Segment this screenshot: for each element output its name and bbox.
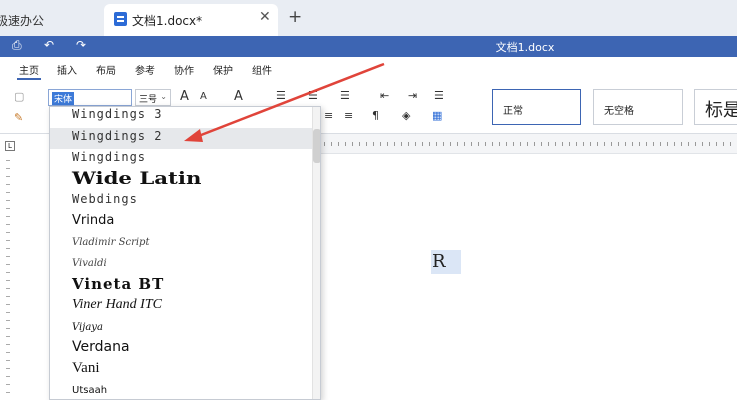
format-painter-icon[interactable]: ✎ [14,111,23,124]
font-option-vivaldi[interactable]: Vivaldi [50,255,312,276]
paragraph-mark-icon[interactable]: ¶ [372,109,379,122]
align-right-icon[interactable]: ≡ [324,109,333,122]
font-option-vrinda[interactable]: Vrinda [50,213,312,234]
font-option-label: Vivaldi [72,258,107,269]
document-char: R [432,251,446,272]
new-tab-icon[interactable]: + [288,7,302,27]
style-no-spacing-label: 无空格 [604,106,634,117]
font-option-utsaah[interactable]: Utsaah [50,383,312,399]
font-option-wingdings-2[interactable]: Wingdings 2 [50,128,312,149]
font-option-vladimir-script[interactable]: Vladimir Script [50,234,312,255]
font-dropdown-list[interactable]: Wingdings 3 Wingdings 2 Wingdings Wide L… [49,106,321,400]
font-size-select[interactable]: 三号 ⌄ [135,89,171,106]
shrink-font-button[interactable]: A [200,91,207,102]
shading-icon[interactable]: ◈ [402,109,410,122]
font-option-label: Vladimir Script [72,237,150,248]
font-option-vineta-bt[interactable]: Vineta BT [50,275,312,296]
font-option-label: Wide Latin [72,169,202,189]
font-option-label: Vani [72,360,100,376]
line-spacing-icon[interactable]: ☰ [434,89,444,102]
font-option-wide-latin[interactable]: Wide Latin [50,169,312,190]
font-option-label: Vineta BT [72,275,165,293]
chevron-down-icon: ⌄ [160,92,167,101]
selected-document-text[interactable]: R [431,250,461,274]
menu-collaborate[interactable]: 协作 [174,62,194,77]
menu-bar: 主页 插入 布局 参考 协作 保护 组件 [0,57,737,81]
paste-icon[interactable]: ▢ [14,90,24,103]
tab-document[interactable]: 文档1.docx* ✕ [104,4,278,36]
multilevel-list-icon[interactable]: ☰ [340,89,350,102]
tab-stop-label: L [8,142,12,150]
window-title: 文档1.docx [495,41,555,54]
clear-format-button[interactable]: A [234,89,243,104]
tab-document-label: 文档1.docx* [132,14,203,28]
increase-indent-icon[interactable]: ⇥ [408,89,417,102]
document-icon [114,12,127,26]
vertical-ruler[interactable] [2,160,14,400]
font-option-wingdings-3[interactable]: Wingdings 3 [50,107,312,128]
menu-layout[interactable]: 布局 [96,62,116,77]
justify-icon[interactable]: ≡ [344,109,353,122]
font-option-viner-hand-itc[interactable]: Viner Hand ITC [50,297,312,318]
menu-protect[interactable]: 保护 [213,62,233,77]
font-option-label: Verdana [72,339,130,355]
font-option-label: Vrinda [72,213,115,228]
font-option-label: Utsaah [72,385,108,396]
font-option-label: Vijaya [72,322,103,333]
font-name-select[interactable]: 宋体 [48,89,132,106]
style-normal[interactable]: 正常 [492,89,581,125]
menu-insert[interactable]: 插入 [57,62,77,77]
font-option-verdana[interactable]: Verdana [50,339,312,360]
font-option-vijaya[interactable]: Vijaya [50,319,312,340]
font-option-label: Wingdings 3 [72,107,163,121]
horizontal-ruler[interactable] [320,134,737,154]
grow-font-button[interactable]: A [180,89,189,104]
menu-references[interactable]: 参考 [135,62,155,77]
font-option-label: Wingdings [72,150,147,164]
font-name-value: 宋体 [52,92,75,105]
font-option-wingdings[interactable]: Wingdings [50,149,312,170]
font-option-label: Viner Hand ITC [72,297,162,312]
tab-stop-selector[interactable]: L [5,141,15,151]
menu-components[interactable]: 组件 [252,62,272,77]
style-heading[interactable]: 标是 [694,89,737,125]
close-icon[interactable]: ✕ [259,9,271,25]
decrease-indent-icon[interactable]: ⇤ [380,89,389,102]
menu-home[interactable]: 主页 [19,62,39,77]
font-list-scroll-thumb[interactable] [313,129,320,163]
style-normal-label: 正常 [503,106,523,117]
font-option-label: Wingdings 2 [72,129,163,143]
font-option-label: Webdings [72,192,138,206]
tab-bar: 极速办公 文档1.docx* ✕ + [0,0,737,36]
style-no-spacing[interactable]: 无空格 [593,89,683,125]
tab-home-label: 极速办公 [0,14,45,28]
border-icon[interactable]: ▦ [432,109,442,122]
font-size-value: 三号 [139,95,158,105]
numbered-list-icon[interactable]: ☰ [308,89,318,102]
bullet-list-icon[interactable]: ☰ [276,89,286,102]
ruler-ticks [324,142,734,146]
tab-home[interactable]: 极速办公 [0,4,100,34]
font-option-vani[interactable]: Vani [50,360,312,381]
style-heading-label: 标是 [705,100,737,121]
active-menu-indicator [17,78,41,80]
title-bar: ⎙ ↶ ↷ 文档1.docx [0,36,737,57]
font-option-webdings[interactable]: Webdings [50,191,312,212]
